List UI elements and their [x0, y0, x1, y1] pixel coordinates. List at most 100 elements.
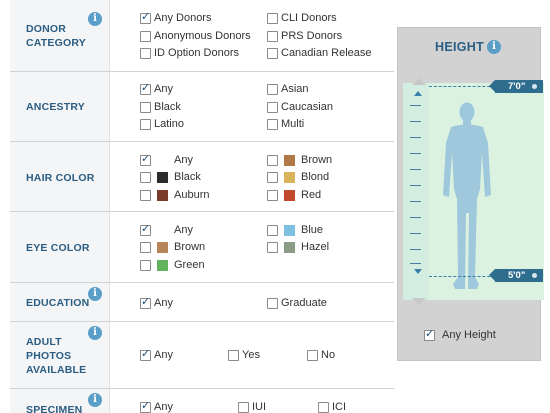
option-label: PRS Donors — [281, 30, 343, 42]
option-any[interactable]: Any — [140, 222, 193, 237]
option-yes[interactable]: Yes — [228, 348, 260, 362]
checkbox[interactable] — [424, 327, 435, 341]
option-ici[interactable]: ICI — [318, 400, 346, 413]
option-auburn[interactable]: Auburn — [140, 188, 209, 202]
filter-label-adult-photos: ADULT PHOTOS AVAILABLE — [26, 335, 86, 377]
info-icon[interactable]: i — [487, 40, 501, 54]
option-any[interactable]: Any — [140, 295, 173, 310]
option-hazel[interactable]: Hazel — [267, 240, 329, 254]
checkbox[interactable] — [140, 101, 151, 113]
height-range-graph: 7'0" 5'0" — [403, 78, 544, 305]
label-line: PHOTOS — [26, 350, 72, 362]
checkbox[interactable] — [267, 189, 278, 201]
checkbox[interactable] — [140, 259, 151, 271]
option-black[interactable]: Black — [140, 100, 181, 114]
option-label: Graduate — [281, 297, 327, 309]
option-multi[interactable]: Multi — [267, 117, 304, 131]
option-cli-donors[interactable]: CLI Donors — [267, 11, 337, 25]
info-icon[interactable]: i — [88, 393, 102, 407]
donor-search-filters: DONOR CATEGORY i Any Donors Anonymous Do… — [0, 0, 550, 413]
option-prs-donors[interactable]: PRS Donors — [267, 29, 342, 43]
checkbox[interactable] — [140, 30, 151, 42]
checkbox[interactable] — [307, 349, 318, 361]
option-black[interactable]: Black — [140, 170, 201, 184]
checkbox[interactable] — [267, 101, 278, 113]
option-blond[interactable]: Blond — [267, 170, 329, 184]
option-any-height[interactable]: Any Height — [424, 327, 496, 342]
option-no[interactable]: No — [307, 348, 335, 362]
checkbox[interactable] — [267, 224, 278, 236]
info-icon[interactable]: i — [88, 12, 102, 26]
filter-row-education: EDUCATION i Any Graduate — [10, 283, 394, 322]
color-swatch-black — [157, 171, 168, 183]
checkbox[interactable] — [267, 171, 278, 183]
swatch-spacer — [157, 225, 168, 236]
option-red[interactable]: Red — [267, 188, 321, 202]
option-canadian-release[interactable]: Canadian Release — [267, 46, 372, 60]
checkbox[interactable] — [140, 81, 151, 95]
checkbox[interactable] — [140, 347, 151, 361]
checkbox[interactable] — [267, 47, 278, 59]
option-brown[interactable]: Brown — [140, 240, 205, 254]
checkbox[interactable] — [267, 30, 278, 42]
option-label: ID Option Donors — [154, 47, 239, 59]
info-icon[interactable]: i — [88, 326, 102, 340]
filter-label-hair-color: HAIR COLOR — [26, 172, 95, 184]
filter-label-specimen: SPECIMEN — [26, 404, 83, 413]
person-silhouette-icon — [443, 102, 491, 289]
scale-tick — [410, 217, 421, 218]
checkbox[interactable] — [140, 241, 151, 253]
checkbox[interactable] — [267, 297, 278, 309]
option-label: Any Donors — [154, 12, 212, 24]
option-label: Anonymous Donors — [154, 30, 251, 42]
option-green[interactable]: Green — [140, 258, 205, 272]
checkbox[interactable] — [140, 47, 151, 59]
option-id-option-donors[interactable]: ID Option Donors — [140, 46, 239, 60]
option-blue[interactable]: Blue — [267, 223, 323, 237]
checkbox[interactable] — [140, 295, 151, 309]
checkbox[interactable] — [267, 12, 278, 24]
max-height-handle[interactable]: 7'0" — [489, 80, 543, 93]
filter-label-donor-category: DONOR CATEGORY — [26, 23, 86, 49]
checkbox[interactable] — [140, 118, 151, 130]
option-caucasian[interactable]: Caucasian — [267, 100, 333, 114]
checkbox[interactable] — [140, 222, 151, 236]
option-label: Blue — [301, 224, 324, 236]
info-icon[interactable]: i — [88, 287, 102, 301]
color-swatch-auburn — [157, 189, 168, 201]
row-label-cell: EDUCATION i — [10, 283, 110, 321]
option-anonymous-donors[interactable]: Anonymous Donors — [140, 29, 251, 43]
option-asian[interactable]: Asian — [267, 82, 309, 96]
checkbox[interactable] — [228, 349, 239, 361]
option-label: Red — [301, 189, 322, 201]
scale-tick — [410, 233, 421, 234]
option-label: Auburn — [174, 189, 210, 201]
checkbox[interactable] — [238, 401, 249, 413]
checkbox[interactable] — [140, 152, 151, 166]
checkbox[interactable] — [140, 171, 151, 183]
checkbox[interactable] — [140, 10, 151, 24]
option-brown[interactable]: Brown — [267, 153, 332, 167]
option-label: IUI — [252, 401, 267, 413]
option-any[interactable]: Any — [140, 81, 173, 96]
option-any-donors[interactable]: Any Donors — [140, 10, 212, 25]
option-iui[interactable]: IUI — [238, 400, 266, 413]
checkbox[interactable] — [140, 399, 151, 413]
min-height-handle[interactable]: 5'0" — [489, 269, 543, 282]
row-label-cell: ANCESTRY — [10, 72, 110, 141]
option-graduate[interactable]: Graduate — [267, 296, 327, 310]
scale-tick — [410, 169, 421, 170]
row-label-cell: HAIR COLOR — [10, 142, 110, 211]
checkbox[interactable] — [267, 118, 278, 130]
checkbox[interactable] — [140, 189, 151, 201]
option-latino[interactable]: Latino — [140, 117, 184, 131]
option-label: CLI Donors — [281, 12, 337, 24]
option-any[interactable]: Any — [140, 399, 173, 413]
checkbox[interactable] — [267, 83, 278, 95]
option-any[interactable]: Any — [140, 347, 173, 362]
checkbox[interactable] — [267, 241, 278, 253]
checkbox[interactable] — [267, 154, 278, 166]
option-label: Any — [154, 83, 173, 95]
checkbox[interactable] — [318, 401, 329, 413]
option-any[interactable]: Any — [140, 152, 193, 167]
